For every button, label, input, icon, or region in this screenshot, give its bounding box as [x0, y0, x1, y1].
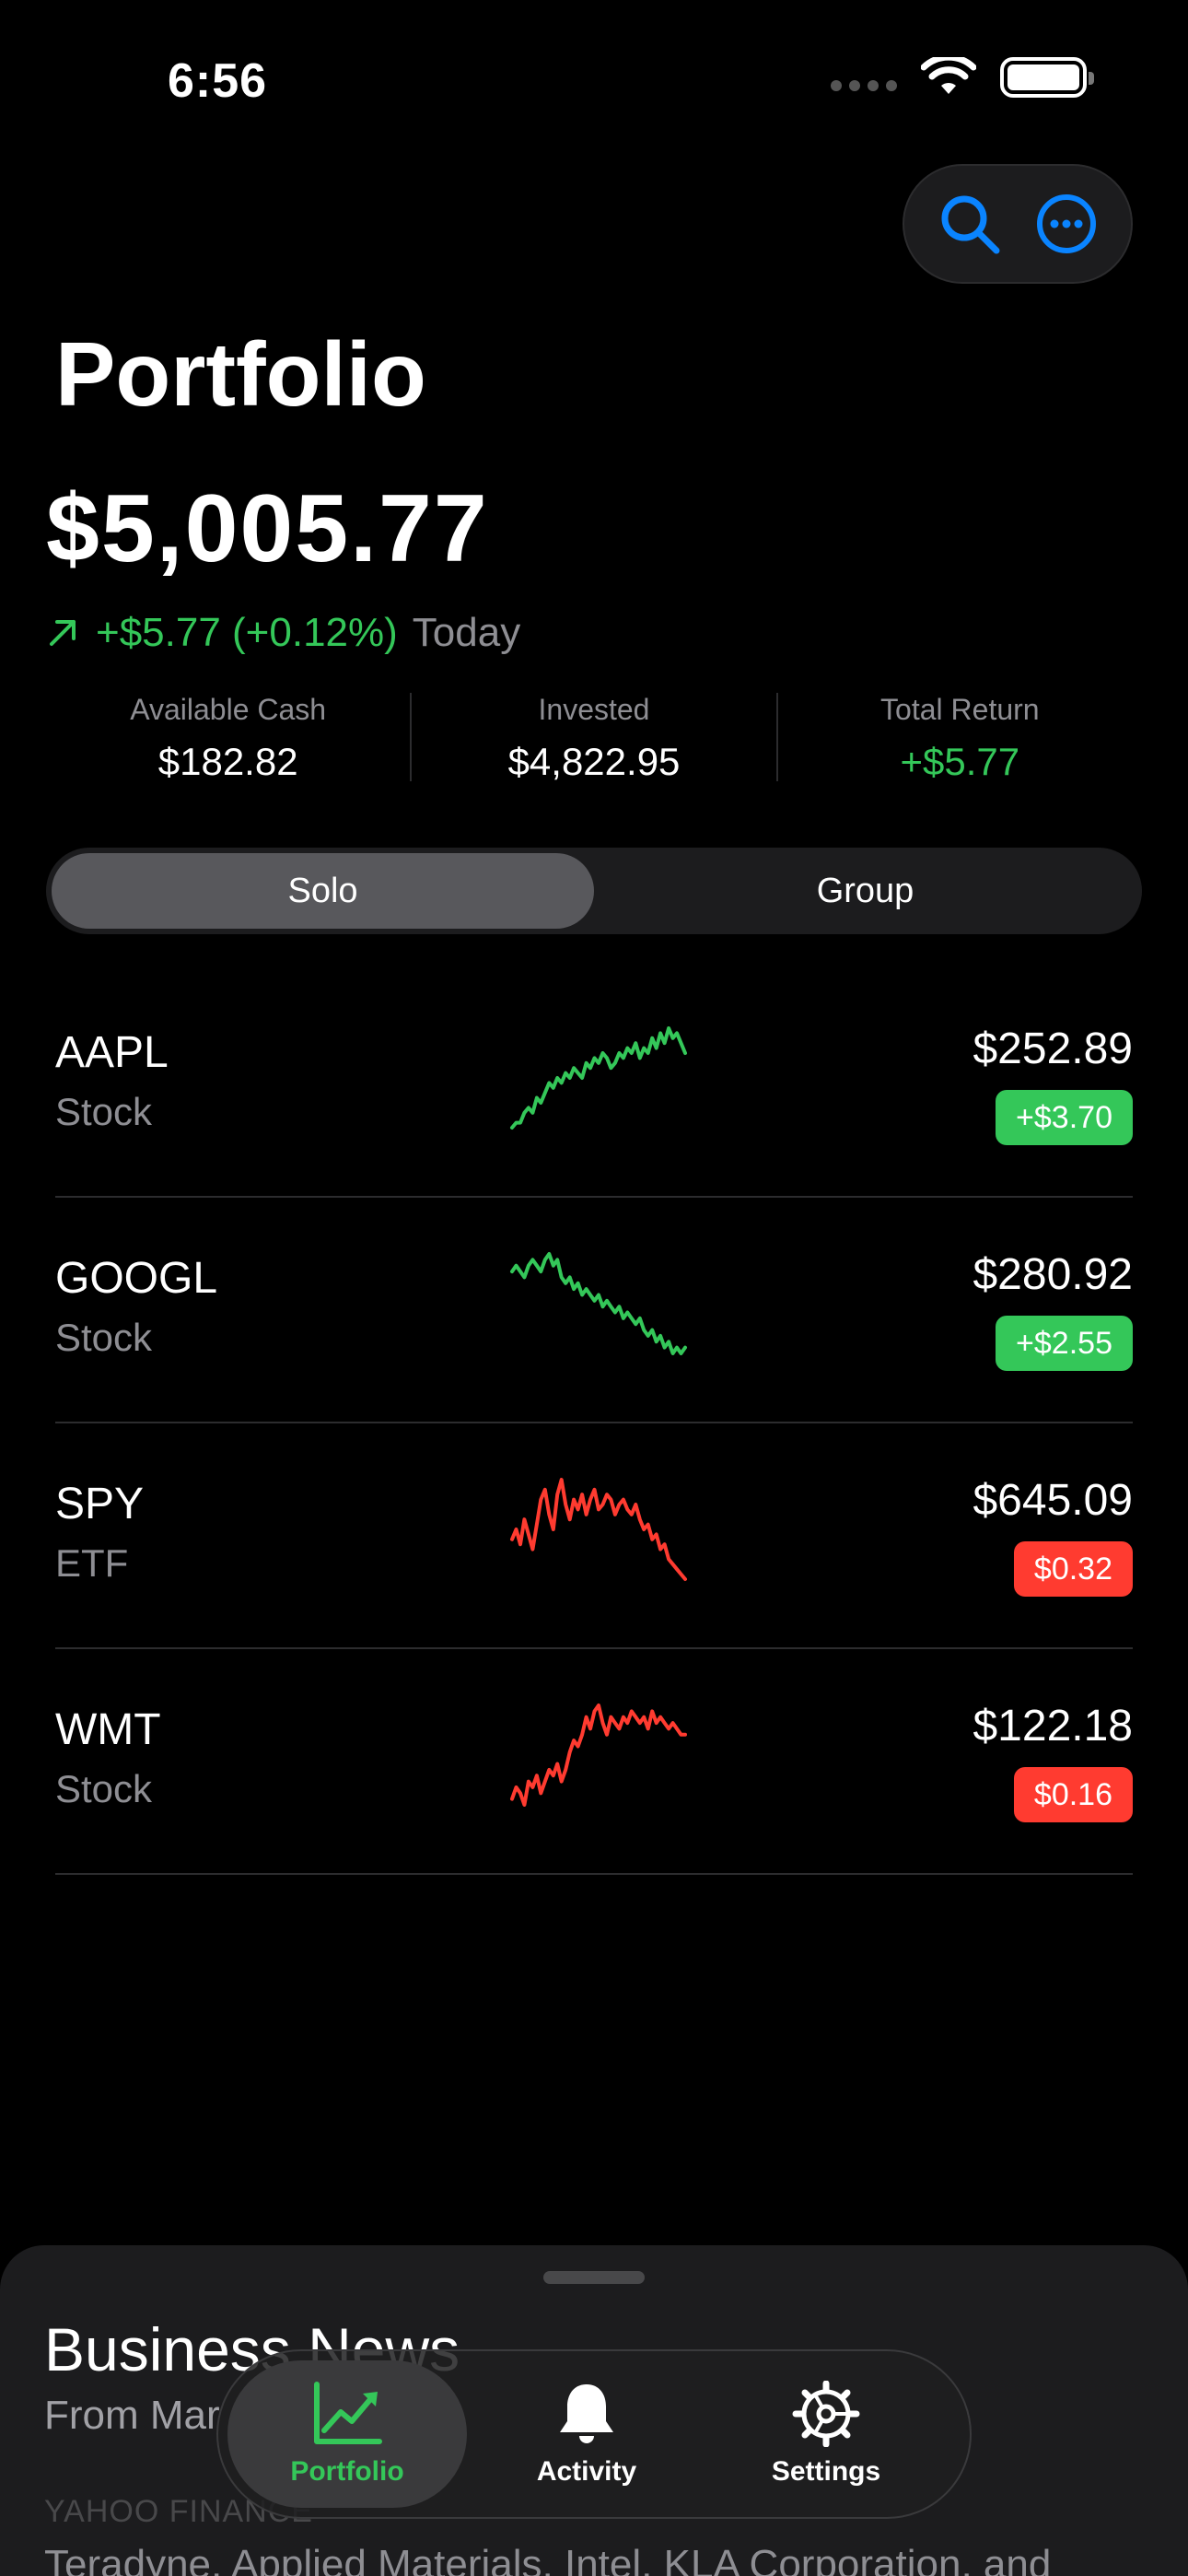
sparkline-line	[510, 1704, 687, 1807]
change-badge: $0.32	[1013, 1541, 1133, 1597]
change-badge: +$3.70	[996, 1090, 1133, 1145]
holding-ticker: GOOGL	[55, 1254, 218, 1303]
sparkline-chart	[510, 1478, 687, 1581]
stat-label: Available Cash	[130, 693, 327, 726]
holding-type: ETF	[55, 1541, 129, 1585]
search-icon	[941, 195, 999, 254]
stat-label: Invested	[538, 693, 650, 726]
stat-invested: Invested $4,822.95	[410, 693, 775, 783]
holding-type: Stock	[55, 1767, 153, 1810]
holding-ticker: SPY	[55, 1480, 145, 1528]
gear-icon	[792, 2381, 860, 2447]
segment-group[interactable]: Group	[594, 853, 1136, 929]
tab-activity[interactable]: Activity	[467, 2360, 706, 2508]
bell-icon	[560, 2384, 613, 2443]
chart-icon	[314, 2382, 382, 2444]
more-button[interactable]	[1030, 187, 1103, 261]
holding-price: $645.09	[973, 1476, 1133, 1525]
sparkline-line	[510, 1026, 687, 1130]
change-period: Today	[412, 610, 521, 655]
stat-value: $4,822.95	[507, 740, 681, 783]
holding-row[interactable]: GOOGL Stock $280.92 +$2.55	[55, 1198, 1133, 1423]
change-amount: +$5.77 (+0.12%)	[96, 610, 398, 655]
holding-row[interactable]: SPY ETF $645.09 $0.32	[55, 1423, 1133, 1649]
tab-label: Settings	[771, 2456, 881, 2487]
stat-label: Total Return	[880, 693, 1040, 726]
tab-label: Portfolio	[290, 2456, 404, 2487]
change-badge: +$2.55	[996, 1316, 1133, 1371]
search-button[interactable]	[933, 187, 1007, 261]
solo-group-segmented-control: Solo Group	[46, 848, 1142, 934]
holding-type: Stock	[55, 1316, 153, 1359]
battery-icon	[1000, 57, 1094, 98]
tab-portfolio[interactable]: Portfolio	[227, 2360, 467, 2508]
wifi-icon	[921, 57, 976, 94]
holding-row[interactable]: WMT Stock $122.18 $0.16	[55, 1649, 1133, 1875]
status-icons	[831, 57, 1094, 98]
sparkline-line	[510, 1252, 687, 1355]
news-headline[interactable]: Teradyne, Applied Materials, Intel, KLA …	[44, 2542, 1051, 2576]
stat-value: +$5.77	[900, 740, 1020, 783]
sparkline-chart	[510, 1252, 687, 1355]
more-icon	[1036, 194, 1096, 253]
stat-available-cash: Available Cash $182.82	[46, 693, 410, 783]
segment-solo[interactable]: Solo	[52, 853, 594, 929]
portfolio-total-value: $5,005.77	[46, 475, 489, 582]
holding-price: $280.92	[973, 1250, 1133, 1299]
holding-price: $122.18	[973, 1702, 1133, 1751]
holding-type: Stock	[55, 1090, 153, 1133]
sheet-grabber[interactable]	[543, 2271, 645, 2284]
portfolio-change: +$5.77 (+0.12%) Today	[46, 610, 520, 656]
stat-value: $182.82	[157, 740, 298, 783]
holding-ticker: AAPL	[55, 1028, 169, 1077]
change-badge: $0.16	[1013, 1767, 1133, 1822]
sparkline-line	[510, 1478, 687, 1581]
portfolio-stats: Available Cash $182.82 Invested $4,822.9…	[46, 693, 1142, 783]
tab-settings[interactable]: Settings	[706, 2360, 946, 2508]
cellular-signal-icon	[831, 80, 897, 91]
tab-bar: Portfolio Activity Settings	[216, 2349, 972, 2519]
tab-label: Activity	[536, 2456, 637, 2487]
holding-price: $252.89	[973, 1025, 1133, 1073]
top-actions	[903, 164, 1133, 284]
stat-total-return: Total Return +$5.77	[775, 693, 1142, 783]
page-title: Portfolio	[55, 323, 426, 425]
arrow-up-right-icon	[50, 620, 76, 646]
news-subtitle: From Mar	[44, 2393, 220, 2438]
holding-ticker: WMT	[55, 1705, 161, 1754]
holding-row[interactable]: AAPL Stock $252.89 +$3.70	[55, 972, 1133, 1198]
status-time: 6:56	[168, 54, 268, 108]
holdings-list: AAPL Stock $252.89 +$3.70 GOOGL Stock $2…	[55, 972, 1133, 1875]
sparkline-chart	[510, 1704, 687, 1807]
sparkline-chart	[510, 1026, 687, 1130]
